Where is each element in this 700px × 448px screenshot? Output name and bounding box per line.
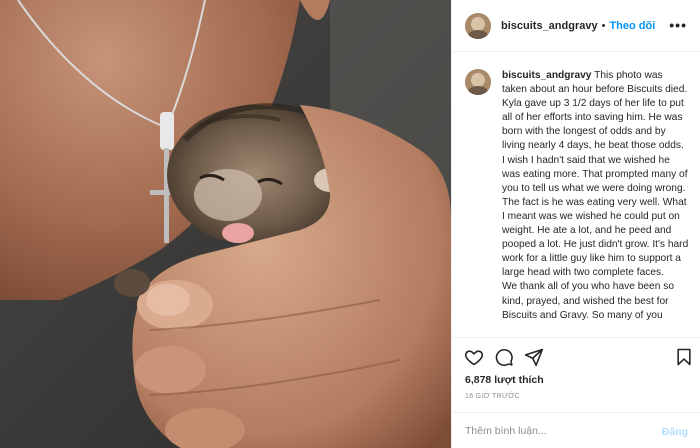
bookmark-icon[interactable]	[674, 347, 694, 367]
kitten-photo-image	[0, 0, 451, 448]
post-username[interactable]: biscuits_andgravy	[501, 20, 598, 32]
heart-icon[interactable]	[464, 347, 484, 367]
action-bar	[452, 337, 700, 373]
comments-area[interactable]: biscuits_andgravy This photo was taken a…	[452, 52, 700, 337]
avatar-image-icon	[465, 69, 491, 95]
like-count[interactable]: 6,878 lượt thích	[465, 374, 544, 386]
share-icon[interactable]	[524, 347, 544, 367]
more-options-button[interactable]: •••	[669, 17, 687, 33]
add-comment-bar: Đăng	[452, 412, 700, 448]
caption-username[interactable]: biscuits_andgravy	[502, 70, 591, 81]
post-comment-button[interactable]: Đăng	[662, 426, 688, 438]
post-photo[interactable]	[0, 0, 451, 448]
caption-text: This photo was taken about an hour befor…	[502, 70, 689, 279]
comment-icon[interactable]	[494, 347, 514, 367]
header-separator: •	[601, 19, 606, 32]
post-timestamp[interactable]: 16 GIỜ TRƯỚC	[465, 393, 520, 400]
caption-avatar[interactable]	[465, 69, 491, 95]
post-side-panel: biscuits_andgravy • Theo dõi ••• biscuit…	[451, 0, 700, 448]
avatar[interactable]	[465, 12, 491, 39]
post-caption: biscuits_andgravy This photo was taken a…	[502, 69, 689, 337]
caption-text-continued: We thank all of you who have been so kin…	[502, 281, 674, 321]
follow-button[interactable]: Theo dõi	[609, 20, 655, 32]
avatar-image-icon	[465, 12, 491, 39]
comment-input[interactable]	[465, 422, 650, 440]
post-header: biscuits_andgravy • Theo dõi •••	[452, 0, 700, 52]
